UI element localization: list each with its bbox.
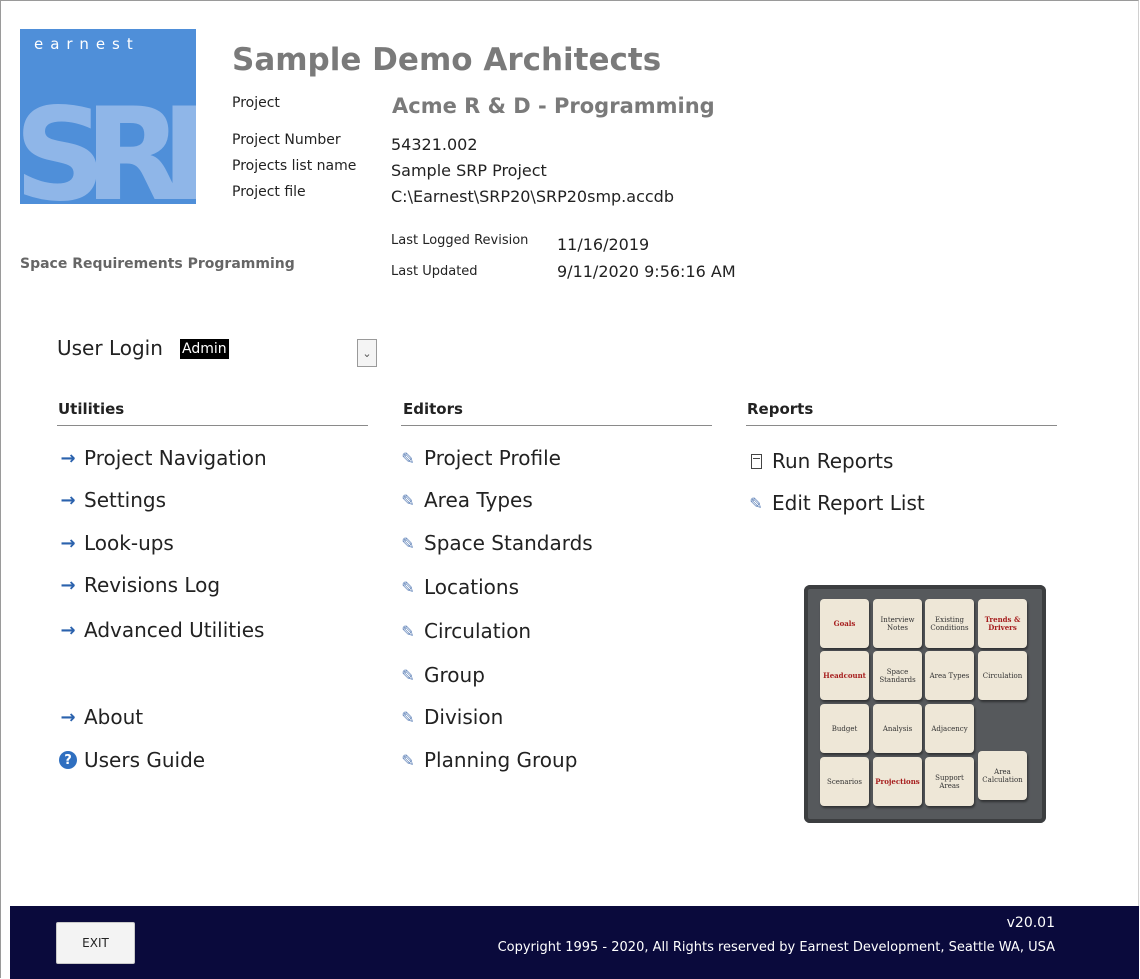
puzzle-tile: Area Types bbox=[925, 651, 974, 700]
report-item-label: Edit Report List bbox=[772, 491, 925, 515]
editor-item-label: Locations bbox=[424, 575, 520, 599]
nav-item-label: Users Guide bbox=[84, 748, 206, 772]
editor-division[interactable]: ✎ Division bbox=[397, 705, 503, 729]
version-label: v20.01 bbox=[1006, 915, 1055, 931]
user-login-label: User Login bbox=[57, 336, 163, 360]
arrow-right-icon: → bbox=[60, 532, 76, 554]
editor-item-label: Area Types bbox=[424, 488, 533, 512]
chevron-down-icon: ⌄ bbox=[362, 346, 372, 360]
nav-users-guide[interactable]: ? Users Guide bbox=[57, 748, 205, 772]
puzzle-tile: Headcount bbox=[820, 651, 869, 700]
puzzle-tile: Interview Notes bbox=[873, 599, 922, 648]
utilities-heading: Utilities bbox=[58, 400, 125, 418]
pencil-icon: ✎ bbox=[401, 577, 415, 597]
editor-space-standards[interactable]: ✎ Space Standards bbox=[397, 531, 593, 555]
project-file-value: C:\Earnest\SRP20\SRP20smp.accdb bbox=[391, 187, 674, 206]
last-updated-value: 9/11/2020 9:56:16 AM bbox=[557, 262, 736, 281]
pencil-icon: ✎ bbox=[401, 665, 415, 685]
user-login-combo[interactable]: Admin bbox=[180, 339, 229, 359]
user-login-dropdown-button[interactable]: ⌄ bbox=[357, 339, 377, 367]
project-file-label: Project file bbox=[232, 184, 306, 200]
editor-item-label: Circulation bbox=[424, 619, 532, 643]
report-document-icon bbox=[745, 453, 767, 469]
pencil-icon: ✎ bbox=[401, 448, 415, 468]
pencil-icon: ✎ bbox=[401, 621, 415, 641]
nav-item-label: Revisions Log bbox=[84, 573, 221, 597]
report-run-reports[interactable]: Run Reports bbox=[745, 449, 893, 473]
arrow-right-icon: → bbox=[60, 574, 76, 596]
puzzle-tile: Budget bbox=[820, 704, 869, 753]
project-number-value: 54321.002 bbox=[391, 135, 478, 154]
editor-item-label: Division bbox=[424, 705, 504, 729]
programming-puzzle-image: Goals Interview Notes Existing Condition… bbox=[804, 585, 1046, 823]
editor-item-label: Planning Group bbox=[424, 748, 578, 772]
pencil-icon: ✎ bbox=[401, 533, 415, 553]
arrow-right-icon: → bbox=[60, 619, 76, 641]
project-name: Acme R & D - Programming bbox=[392, 94, 715, 118]
pencil-icon: ✎ bbox=[401, 707, 415, 727]
arrow-right-icon: → bbox=[60, 706, 76, 728]
projects-list-name-label: Projects list name bbox=[232, 158, 357, 174]
arrow-right-icon: → bbox=[60, 489, 76, 511]
exit-button[interactable]: EXIT bbox=[56, 922, 135, 964]
puzzle-tile: Support Areas bbox=[925, 757, 974, 806]
srp-logo-letters: SRP bbox=[20, 81, 196, 204]
editor-group[interactable]: ✎ Group bbox=[397, 663, 485, 687]
nav-settings[interactable]: → Settings bbox=[57, 488, 166, 512]
report-item-label: Run Reports bbox=[772, 449, 894, 473]
nav-item-label: Project Navigation bbox=[84, 446, 267, 470]
pencil-icon: ✎ bbox=[401, 490, 415, 510]
editor-circulation[interactable]: ✎ Circulation bbox=[397, 619, 531, 643]
srp-logo-mark: SRP bbox=[20, 81, 196, 204]
pencil-icon: ✎ bbox=[401, 750, 415, 770]
editor-area-types[interactable]: ✎ Area Types bbox=[397, 488, 533, 512]
puzzle-tile: Trends & Drivers bbox=[978, 599, 1027, 648]
nav-project-navigation[interactable]: → Project Navigation bbox=[57, 446, 267, 470]
project-label: Project bbox=[232, 95, 280, 111]
puzzle-tile: Existing Conditions bbox=[925, 599, 974, 648]
last-logged-revision-value: 11/16/2019 bbox=[557, 235, 650, 254]
editor-item-label: Group bbox=[424, 663, 485, 687]
editor-locations[interactable]: ✎ Locations bbox=[397, 575, 519, 599]
help-icon: ? bbox=[57, 751, 79, 769]
nav-revisions-log[interactable]: → Revisions Log bbox=[57, 573, 220, 597]
footer-bar: EXIT v20.01 Copyright 1995 - 2020, All R… bbox=[10, 906, 1139, 979]
nav-about[interactable]: → About bbox=[57, 705, 143, 729]
reports-heading: Reports bbox=[747, 400, 814, 418]
nav-item-label: Look-ups bbox=[84, 531, 174, 555]
editor-planning-group[interactable]: ✎ Planning Group bbox=[397, 748, 577, 772]
nav-advanced-utilities[interactable]: → Advanced Utilities bbox=[57, 618, 264, 642]
puzzle-tile: Area Calculation bbox=[978, 751, 1027, 800]
puzzle-tile: Projections bbox=[873, 757, 922, 806]
puzzle-tile: Analysis bbox=[873, 704, 922, 753]
earnest-srp-logo: SRP earnest bbox=[20, 29, 196, 204]
puzzle-tile: Goals bbox=[820, 599, 869, 648]
company-name: Sample Demo Architects bbox=[232, 42, 662, 78]
copyright-notice: Copyright 1995 - 2020, All Rights reserv… bbox=[497, 940, 1055, 955]
nav-item-label: Settings bbox=[84, 488, 167, 512]
last-updated-label: Last Updated bbox=[391, 264, 478, 279]
projects-list-name-value: Sample SRP Project bbox=[391, 161, 547, 180]
nav-item-label: Advanced Utilities bbox=[84, 618, 265, 642]
editors-divider bbox=[401, 425, 712, 426]
editor-project-profile[interactable]: ✎ Project Profile bbox=[397, 446, 561, 470]
nav-look-ups[interactable]: → Look-ups bbox=[57, 531, 174, 555]
project-number-label: Project Number bbox=[232, 132, 341, 148]
puzzle-tile: Adjacency bbox=[925, 704, 974, 753]
utilities-divider bbox=[57, 425, 368, 426]
puzzle-tile: Circulation bbox=[978, 651, 1027, 700]
puzzle-tile: Scenarios bbox=[820, 757, 869, 806]
report-edit-report-list[interactable]: ✎ Edit Report List bbox=[745, 491, 925, 515]
product-tagline: Space Requirements Programming bbox=[20, 256, 295, 272]
editors-heading: Editors bbox=[403, 400, 463, 418]
logo-wordmark: earnest bbox=[34, 35, 140, 53]
editor-item-label: Space Standards bbox=[424, 531, 593, 555]
last-logged-revision-label: Last Logged Revision bbox=[391, 233, 529, 248]
nav-item-label: About bbox=[84, 705, 144, 729]
puzzle-tile: Space Standards bbox=[873, 651, 922, 700]
pencil-icon: ✎ bbox=[749, 493, 763, 513]
arrow-right-icon: → bbox=[60, 447, 76, 469]
reports-divider bbox=[746, 425, 1057, 426]
editor-item-label: Project Profile bbox=[424, 446, 561, 470]
